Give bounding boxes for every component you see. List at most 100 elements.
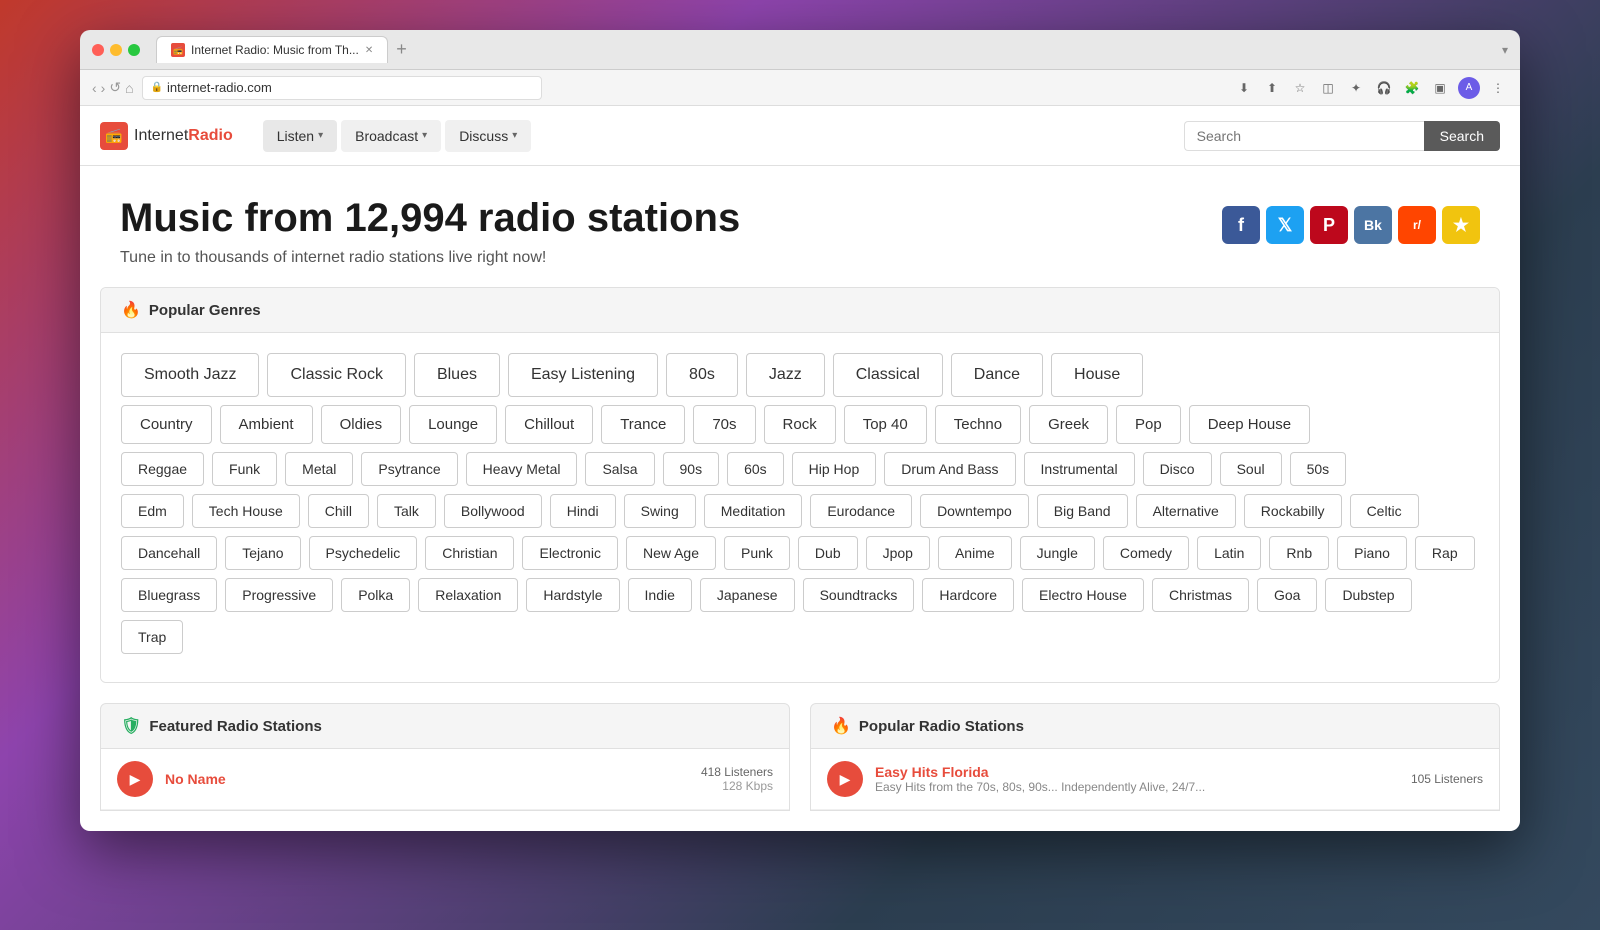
genre-rock[interactable]: Rock [764, 405, 836, 444]
genre-christian[interactable]: Christian [425, 536, 514, 570]
user-avatar[interactable]: A [1458, 77, 1480, 99]
genre-dancehall[interactable]: Dancehall [121, 536, 217, 570]
genre-tejano[interactable]: Tejano [225, 536, 300, 570]
maximize-button[interactable] [128, 44, 140, 56]
minimize-button[interactable] [110, 44, 122, 56]
genre-country[interactable]: Country [121, 405, 212, 444]
genre-instrumental[interactable]: Instrumental [1024, 452, 1135, 486]
genre-electronic[interactable]: Electronic [522, 536, 617, 570]
genre-disco[interactable]: Disco [1143, 452, 1212, 486]
genre-eurodance[interactable]: Eurodance [810, 494, 912, 528]
genre-top40[interactable]: Top 40 [844, 405, 927, 444]
bookmark-icon[interactable]: ☆ [1290, 78, 1310, 98]
genre-smooth-jazz[interactable]: Smooth Jazz [121, 353, 259, 397]
pinterest-icon[interactable]: P [1310, 206, 1348, 244]
genre-trap[interactable]: Trap [121, 620, 183, 654]
genre-rockabilly[interactable]: Rockabilly [1244, 494, 1342, 528]
home-button[interactable]: ⌂ [125, 79, 133, 96]
genre-bluegrass[interactable]: Bluegrass [121, 578, 217, 612]
genre-piano[interactable]: Piano [1337, 536, 1407, 570]
back-button[interactable]: ‹ [92, 79, 97, 96]
address-field[interactable]: 🔒 internet-radio.com [142, 76, 542, 100]
genre-pop[interactable]: Pop [1116, 405, 1181, 444]
settings-icon[interactable]: ✦ [1346, 78, 1366, 98]
genre-hip-hop[interactable]: Hip Hop [792, 452, 877, 486]
genre-techno[interactable]: Techno [935, 405, 1021, 444]
genre-hardstyle[interactable]: Hardstyle [526, 578, 619, 612]
genre-alternative[interactable]: Alternative [1136, 494, 1236, 528]
genre-drum-and-bass[interactable]: Drum And Bass [884, 452, 1015, 486]
genre-edm[interactable]: Edm [121, 494, 184, 528]
genre-polka[interactable]: Polka [341, 578, 410, 612]
genre-blues[interactable]: Blues [414, 353, 500, 397]
genre-new-age[interactable]: New Age [626, 536, 716, 570]
site-logo[interactable]: 📻 InternetRadio [100, 122, 233, 150]
genre-hindi[interactable]: Hindi [550, 494, 616, 528]
forward-button[interactable]: › [101, 79, 106, 96]
genre-soul[interactable]: Soul [1220, 452, 1282, 486]
genre-80s[interactable]: 80s [666, 353, 738, 397]
puzzle-icon[interactable]: 🧩 [1402, 78, 1422, 98]
genre-rnb[interactable]: Rnb [1269, 536, 1329, 570]
nav-broadcast[interactable]: Broadcast ▾ [341, 120, 441, 152]
genre-latin[interactable]: Latin [1197, 536, 1261, 570]
star-icon[interactable]: ★ [1442, 206, 1480, 244]
reddit-icon[interactable]: r/ [1398, 206, 1436, 244]
genre-talk[interactable]: Talk [377, 494, 436, 528]
genre-90s[interactable]: 90s [663, 452, 720, 486]
active-tab[interactable]: 📻 Internet Radio: Music from Th... ✕ [156, 36, 388, 63]
headphones-icon[interactable]: 🎧 [1374, 78, 1394, 98]
genre-psytrance[interactable]: Psytrance [361, 452, 457, 486]
genre-japanese[interactable]: Japanese [700, 578, 795, 612]
genre-rap[interactable]: Rap [1415, 536, 1475, 570]
genre-classical[interactable]: Classical [833, 353, 943, 397]
genre-relaxation[interactable]: Relaxation [418, 578, 518, 612]
genre-hardcore[interactable]: Hardcore [922, 578, 1014, 612]
genre-dub[interactable]: Dub [798, 536, 858, 570]
genre-jpop[interactable]: Jpop [866, 536, 930, 570]
genre-jungle[interactable]: Jungle [1020, 536, 1095, 570]
genre-psychedelic[interactable]: Psychedelic [309, 536, 418, 570]
genre-house[interactable]: House [1051, 353, 1143, 397]
genre-70s[interactable]: 70s [693, 405, 755, 444]
layout-icon[interactable]: ▣ [1430, 78, 1450, 98]
genre-deep-house[interactable]: Deep House [1189, 405, 1310, 444]
play-noname-button[interactable]: ▶ [117, 761, 153, 797]
genre-punk[interactable]: Punk [724, 536, 790, 570]
genre-heavy-metal[interactable]: Heavy Metal [466, 452, 578, 486]
play-easyhits-button[interactable]: ▶ [827, 761, 863, 797]
vk-icon[interactable]: Bk [1354, 206, 1392, 244]
genre-funk[interactable]: Funk [212, 452, 277, 486]
genre-comedy[interactable]: Comedy [1103, 536, 1189, 570]
genre-celtic[interactable]: Celtic [1350, 494, 1419, 528]
genre-reggae[interactable]: Reggae [121, 452, 204, 486]
genre-tech-house[interactable]: Tech House [192, 494, 300, 528]
genre-soundtracks[interactable]: Soundtracks [803, 578, 915, 612]
genre-jazz[interactable]: Jazz [746, 353, 825, 397]
menu-icon[interactable]: ⋮ [1488, 78, 1508, 98]
facebook-icon[interactable]: f [1222, 206, 1260, 244]
genre-christmas[interactable]: Christmas [1152, 578, 1249, 612]
tab-close-button[interactable]: ✕ [365, 45, 373, 56]
search-button[interactable]: Search [1424, 121, 1500, 151]
genre-easy-listening[interactable]: Easy Listening [508, 353, 658, 397]
genre-trance[interactable]: Trance [601, 405, 685, 444]
genre-meditation[interactable]: Meditation [704, 494, 803, 528]
genre-goa[interactable]: Goa [1257, 578, 1317, 612]
genre-salsa[interactable]: Salsa [585, 452, 654, 486]
download-icon[interactable]: ⬇ [1234, 78, 1254, 98]
layers-icon[interactable]: ◫ [1318, 78, 1338, 98]
search-input[interactable] [1184, 121, 1424, 151]
genre-60s[interactable]: 60s [727, 452, 784, 486]
genre-oldies[interactable]: Oldies [321, 405, 402, 444]
tab-expand-icon[interactable]: ▾ [1502, 43, 1508, 57]
genre-ambient[interactable]: Ambient [220, 405, 313, 444]
genre-dubstep[interactable]: Dubstep [1325, 578, 1411, 612]
genre-indie[interactable]: Indie [628, 578, 692, 612]
genre-downtempo[interactable]: Downtempo [920, 494, 1029, 528]
genre-electro-house[interactable]: Electro House [1022, 578, 1144, 612]
easyhits-station-name[interactable]: Easy Hits Florida [875, 764, 1399, 780]
genre-greek[interactable]: Greek [1029, 405, 1108, 444]
noname-station-name[interactable]: No Name [165, 771, 689, 787]
genre-dance[interactable]: Dance [951, 353, 1043, 397]
